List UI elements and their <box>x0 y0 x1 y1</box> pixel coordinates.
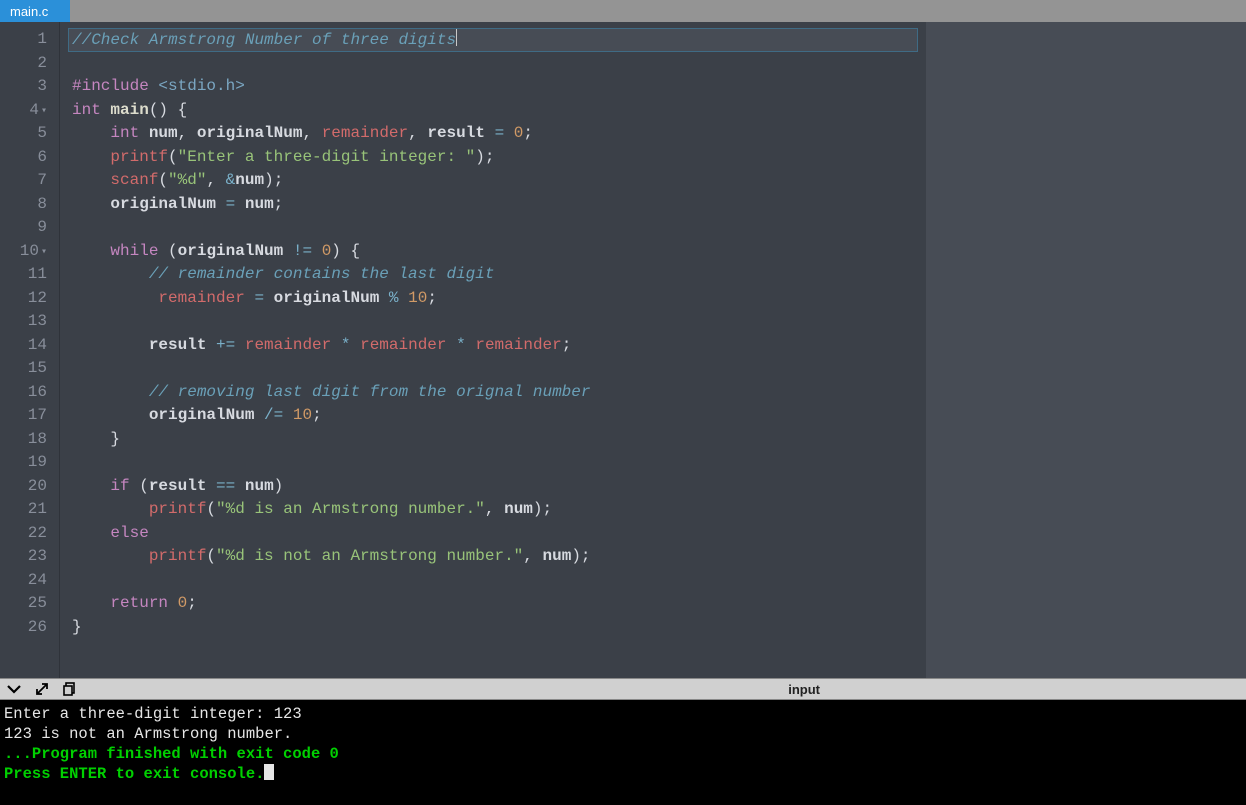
line-number: 18 <box>4 428 47 452</box>
code-line[interactable]: result += remainder * remainder * remain… <box>68 334 918 358</box>
line-number: 16 <box>4 381 47 405</box>
code-line[interactable]: originalNum /= 10; <box>68 404 918 428</box>
line-number: 21 <box>4 498 47 522</box>
code-line[interactable]: int main() { <box>68 99 918 123</box>
code-line[interactable] <box>68 569 918 593</box>
line-number: 13 <box>4 310 47 334</box>
console-line: Press ENTER to exit console. <box>4 764 1242 784</box>
code-line[interactable]: printf("%d is an Armstrong number.", num… <box>68 498 918 522</box>
line-number: 6 <box>4 146 47 170</box>
tab-main-c[interactable]: main.c <box>0 0 70 22</box>
ide-window: main.c 1234▾5678910▾11121314151617181920… <box>0 0 1246 805</box>
line-number: 25 <box>4 592 47 616</box>
code-line[interactable]: while (originalNum != 0) { <box>68 240 918 264</box>
code-line[interactable]: int num, originalNum, remainder, result … <box>68 122 918 146</box>
code-line[interactable]: scanf("%d", &num); <box>68 169 918 193</box>
code-line[interactable] <box>68 357 918 381</box>
line-number: 20 <box>4 475 47 499</box>
console-output[interactable]: Enter a three-digit integer: 123123 is n… <box>0 700 1246 805</box>
editor[interactable]: 1234▾5678910▾111213141516171819202122232… <box>0 22 1246 678</box>
line-number: 23 <box>4 545 47 569</box>
code-line[interactable]: printf("Enter a three-digit integer: "); <box>68 146 918 170</box>
line-number: 5 <box>4 122 47 146</box>
fold-icon[interactable]: ▾ <box>41 106 47 117</box>
code-line[interactable]: printf("%d is not an Armstrong number.",… <box>68 545 918 569</box>
line-number: 26 <box>4 616 47 640</box>
console-input-label: input <box>788 682 820 697</box>
line-number: 19 <box>4 451 47 475</box>
code-line[interactable]: originalNum = num; <box>68 193 918 217</box>
expand-icon[interactable] <box>34 681 50 697</box>
line-number: 8 <box>4 193 47 217</box>
code-line[interactable]: //Check Armstrong Number of three digits <box>68 28 918 52</box>
line-number-gutter: 1234▾5678910▾111213141516171819202122232… <box>0 22 60 678</box>
line-number: 9 <box>4 216 47 240</box>
line-number: 3 <box>4 75 47 99</box>
line-number: 22 <box>4 522 47 546</box>
line-number: 17 <box>4 404 47 428</box>
console-line: ...Program finished with exit code 0 <box>4 744 1242 764</box>
tab-label: main.c <box>10 4 48 19</box>
code-line[interactable]: if (result == num) <box>68 475 918 499</box>
console-toolbar: input <box>0 678 1246 700</box>
code-line[interactable] <box>68 216 918 240</box>
line-number: 24 <box>4 569 47 593</box>
code-line[interactable]: } <box>68 428 918 452</box>
line-number: 4▾ <box>4 99 47 123</box>
code-line[interactable]: // remainder contains the last digit <box>68 263 918 287</box>
code-area[interactable]: //Check Armstrong Number of three digits… <box>60 22 926 678</box>
code-line[interactable] <box>68 52 918 76</box>
editor-right-margin <box>926 22 1246 678</box>
code-line[interactable]: else <box>68 522 918 546</box>
copy-icon[interactable] <box>62 681 78 697</box>
fold-icon[interactable]: ▾ <box>41 247 47 258</box>
line-number: 7 <box>4 169 47 193</box>
code-line[interactable]: return 0; <box>68 592 918 616</box>
line-number: 2 <box>4 52 47 76</box>
line-number: 14 <box>4 334 47 358</box>
line-number: 15 <box>4 357 47 381</box>
code-line[interactable] <box>68 451 918 475</box>
tab-bar: main.c <box>0 0 1246 22</box>
line-number: 11 <box>4 263 47 287</box>
caret <box>456 28 457 46</box>
code-line[interactable]: } <box>68 616 918 640</box>
code-line[interactable]: remainder = originalNum % 10; <box>68 287 918 311</box>
console-line: Enter a three-digit integer: 123 <box>4 704 1242 724</box>
console-line: 123 is not an Armstrong number. <box>4 724 1242 744</box>
code-line[interactable]: // removing last digit from the orignal … <box>68 381 918 405</box>
code-line[interactable] <box>68 310 918 334</box>
line-number: 10▾ <box>4 240 47 264</box>
code-line[interactable]: #include <stdio.h> <box>68 75 918 99</box>
console-cursor <box>264 764 274 780</box>
collapse-icon[interactable] <box>6 681 22 697</box>
line-number: 1 <box>4 28 47 52</box>
line-number: 12 <box>4 287 47 311</box>
